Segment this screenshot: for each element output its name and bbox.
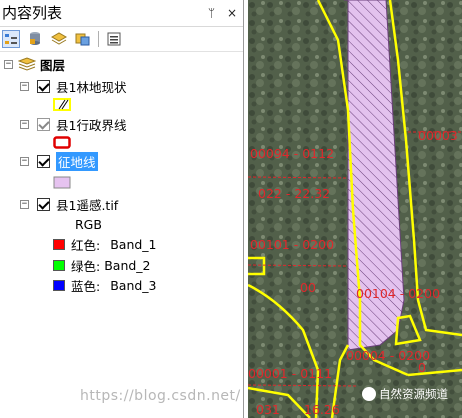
band-color-label: 绿色: — [71, 258, 101, 274]
collapse-toggle[interactable]: − — [20, 199, 29, 209]
band-name: Band_2 — [104, 257, 151, 273]
close-icon[interactable]: × — [227, 6, 237, 20]
layers-root-label: 图层 — [40, 57, 66, 73]
watermark-url: https://blog.csdn.net/ — [80, 388, 241, 404]
layer-label-selected[interactable]: 征地线 — [56, 151, 98, 171]
layers-root[interactable]: − 图层 — [4, 55, 65, 73]
map-label: 00094 - 0112 — [250, 146, 335, 161]
map-label: 022 - 22.32 — [258, 186, 331, 201]
layer-visibility-checkbox[interactable] — [37, 197, 50, 211]
boundary-polygon-symbol[interactable] — [53, 136, 71, 152]
green-swatch[interactable] — [53, 259, 65, 271]
list-by-selection-icon[interactable] — [74, 30, 92, 48]
map-label: 00101 - 0200 — [250, 237, 335, 252]
rgb-label: RGB — [75, 216, 102, 232]
map-view[interactable]: 00094 - 0112 022 - 22.32 00101 - 0200 00… — [248, 0, 462, 418]
blue-swatch[interactable] — [53, 279, 65, 291]
watermark-badge: 自然资源频道 — [362, 386, 448, 402]
layers-icon — [18, 57, 36, 71]
band-color-label: 红色: — [71, 237, 101, 253]
panel-title: 内容列表 — [2, 4, 63, 22]
red-swatch[interactable] — [53, 238, 65, 250]
list-by-source-icon[interactable] — [26, 30, 44, 48]
layer-remote-sensing[interactable]: − 县1遥感.tif — [20, 195, 118, 213]
list-by-visibility-icon[interactable] — [50, 30, 68, 48]
layer-forest-status[interactable]: − 县1林地现状 — [20, 77, 126, 95]
map-label: 00 — [300, 280, 316, 295]
toolbar-separator — [98, 31, 99, 47]
layer-visibility-checkbox[interactable] — [37, 154, 50, 168]
band-green-row[interactable]: 绿色: Band_2 — [53, 256, 151, 274]
watermark-badge-text: 自然资源频道 — [379, 387, 448, 401]
table-of-contents-panel: 内容列表 ᛘ × − 图层 − 县1林地现状 − 县1行政界线 − 征地线 − … — [0, 0, 244, 418]
band-blue-row[interactable]: 蓝色: Band_3 — [53, 276, 157, 294]
panel-title-bar: 内容列表 ᛘ × — [0, 0, 243, 27]
map-label: 00001 - 0111 — [248, 366, 333, 381]
layer-visibility-checkbox[interactable] — [37, 79, 50, 93]
band-name: Band_3 — [110, 277, 157, 293]
map-label: 00003 — [418, 128, 458, 143]
options-icon[interactable] — [105, 30, 123, 48]
map-label: 00104 - 0200 — [356, 286, 441, 301]
collapse-toggle[interactable]: − — [20, 81, 29, 91]
collapse-toggle[interactable]: − — [4, 59, 13, 69]
layer-label[interactable]: 县1遥感.tif — [56, 195, 118, 214]
collapse-toggle[interactable]: − — [20, 156, 29, 166]
layer-land-acquisition[interactable]: − 征地线 — [20, 151, 98, 171]
layer-visibility-checkbox[interactable] — [37, 117, 50, 131]
pin-icon[interactable]: ᛘ — [208, 6, 215, 20]
map-label: 0 — [418, 360, 426, 375]
toc-toolbar — [0, 27, 243, 52]
land-acquisition-symbol[interactable] — [53, 176, 71, 192]
collapse-toggle[interactable]: − — [20, 119, 29, 129]
list-by-drawing-order-icon[interactable] — [2, 30, 20, 48]
layer-label[interactable]: 县1行政界线 — [56, 115, 126, 134]
layer-admin-boundary[interactable]: − 县1行政界线 — [20, 115, 126, 133]
band-color-label: 蓝色: — [71, 278, 101, 294]
channel-logo-icon — [362, 387, 376, 401]
band-red-row[interactable]: 红色: Band_1 — [53, 235, 157, 253]
forest-polygon-symbol[interactable] — [53, 98, 71, 114]
raster-composite-label: RGB — [75, 215, 102, 233]
layer-label[interactable]: 县1林地现状 — [56, 77, 126, 96]
band-name: Band_1 — [110, 236, 157, 252]
